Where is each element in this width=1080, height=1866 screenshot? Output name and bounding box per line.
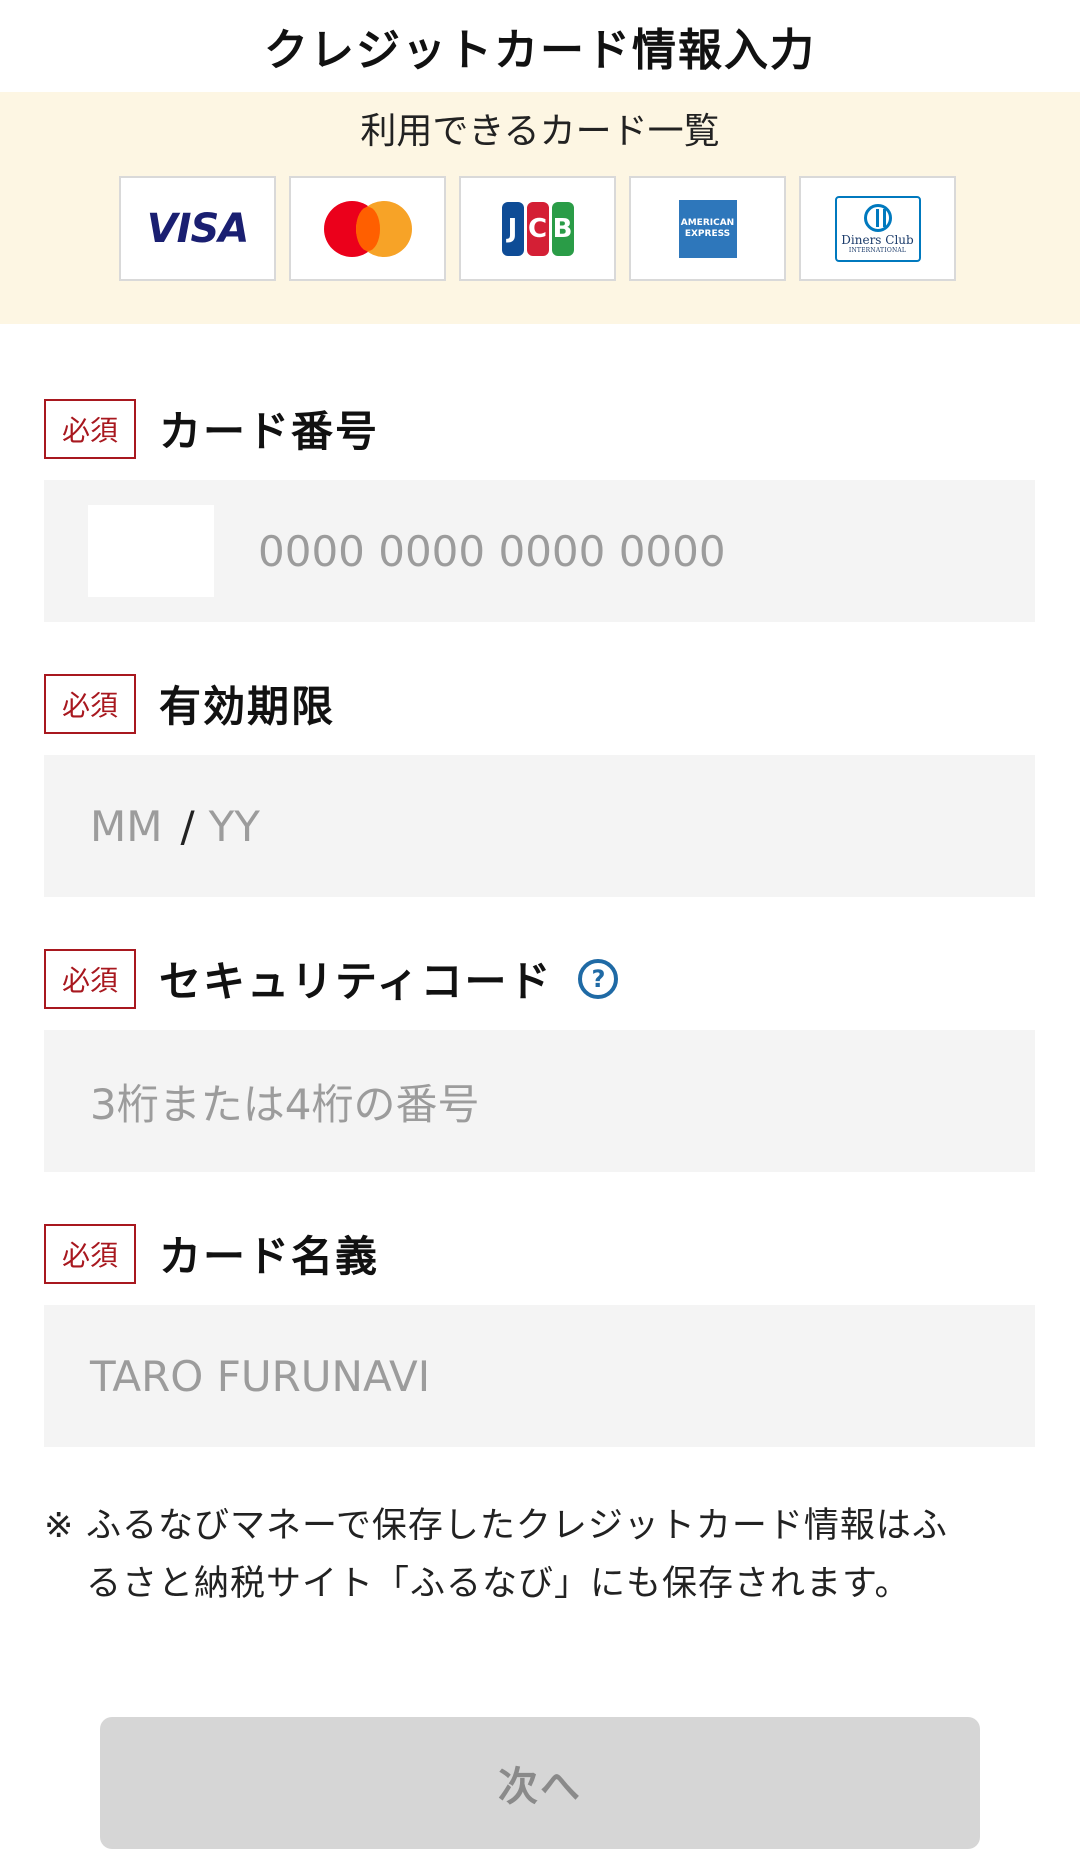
expiry-input[interactable]: MM / YY bbox=[44, 755, 1035, 897]
visa-logo: VISA bbox=[119, 176, 276, 281]
next-button[interactable]: 次へ bbox=[100, 1717, 980, 1849]
expiry-month-placeholder[interactable]: MM bbox=[90, 802, 162, 851]
save-notice: ※ ふるなびマネーで保存したクレジットカード情報はふ るさと納税サイト「ふるなび」… bbox=[44, 1497, 1034, 1613]
card-holder-label: カード名義 bbox=[159, 1232, 380, 1281]
card-holder-label-row: 必須 カード名義 bbox=[44, 1223, 379, 1284]
diners-badge: Diners Club INTERNATIONAL bbox=[834, 195, 921, 262]
page-title: クレジットカード情報入力 bbox=[264, 25, 816, 76]
expiry-separator: / bbox=[180, 801, 195, 851]
card-holder-input[interactable]: TARO FURUNAVI bbox=[44, 1305, 1035, 1447]
card-holder-placeholder: TARO FURUNAVI bbox=[90, 1351, 431, 1401]
diners-circle-icon bbox=[863, 203, 892, 232]
jcb-wordmark: JCB bbox=[501, 201, 574, 256]
required-badge: 必須 bbox=[44, 398, 136, 459]
credit-card-entry-screen: クレジットカード情報入力 利用できるカード一覧 VISA JCB AMERICA… bbox=[0, 0, 1080, 1866]
note-line-1: ふるなびマネーで保存したクレジットカード情報はふ bbox=[86, 1506, 948, 1546]
amex-logo: AMERICAN EXPRESS bbox=[629, 176, 786, 281]
card-number-placeholder: 0000 0000 0000 0000 bbox=[258, 526, 726, 576]
mastercard-logo bbox=[289, 176, 446, 281]
required-badge: 必須 bbox=[44, 673, 136, 734]
mastercard-circles-icon bbox=[323, 200, 412, 257]
help-icon[interactable]: ? bbox=[578, 958, 619, 999]
expiry-label-row: 必須 有効期限 bbox=[44, 673, 335, 734]
security-code-placeholder: 3桁または4桁の番号 bbox=[90, 1079, 480, 1129]
card-brand-list: VISA JCB AMERICANEXPRESS Diners Club IN bbox=[119, 176, 956, 281]
expiry-year-placeholder[interactable]: YY bbox=[209, 802, 260, 851]
expiry-label: 有効期限 bbox=[159, 682, 336, 731]
security-code-label-row: 必須 セキュリティコード ? bbox=[44, 948, 619, 1009]
diners-logo: Diners Club INTERNATIONAL bbox=[799, 176, 956, 281]
card-number-input[interactable]: 0000 0000 0000 0000 bbox=[44, 480, 1035, 622]
amex-badge: AMERICAN EXPRESS bbox=[678, 199, 737, 258]
accepted-cards-heading: 利用できるカード一覧 bbox=[360, 111, 720, 152]
card-number-label-row: 必須 カード番号 bbox=[44, 398, 379, 459]
jcb-logo: JCB bbox=[459, 176, 616, 281]
required-badge: 必須 bbox=[44, 948, 136, 1009]
security-code-input[interactable]: 3桁または4桁の番号 bbox=[44, 1030, 1035, 1172]
required-badge: 必須 bbox=[44, 1223, 136, 1284]
accepted-cards-panel: 利用できるカード一覧 VISA JCB AMERICAN EXPRESS Din… bbox=[0, 92, 1080, 324]
card-brand-icon bbox=[88, 505, 214, 597]
note-line-2: るさと納税サイト「ふるなび」にも保存されます。 bbox=[86, 1564, 911, 1604]
card-number-label: カード番号 bbox=[159, 407, 380, 456]
note-mark: ※ bbox=[44, 1506, 75, 1546]
visa-wordmark: VISA bbox=[146, 205, 250, 252]
security-code-label: セキュリティコード bbox=[159, 957, 553, 1006]
